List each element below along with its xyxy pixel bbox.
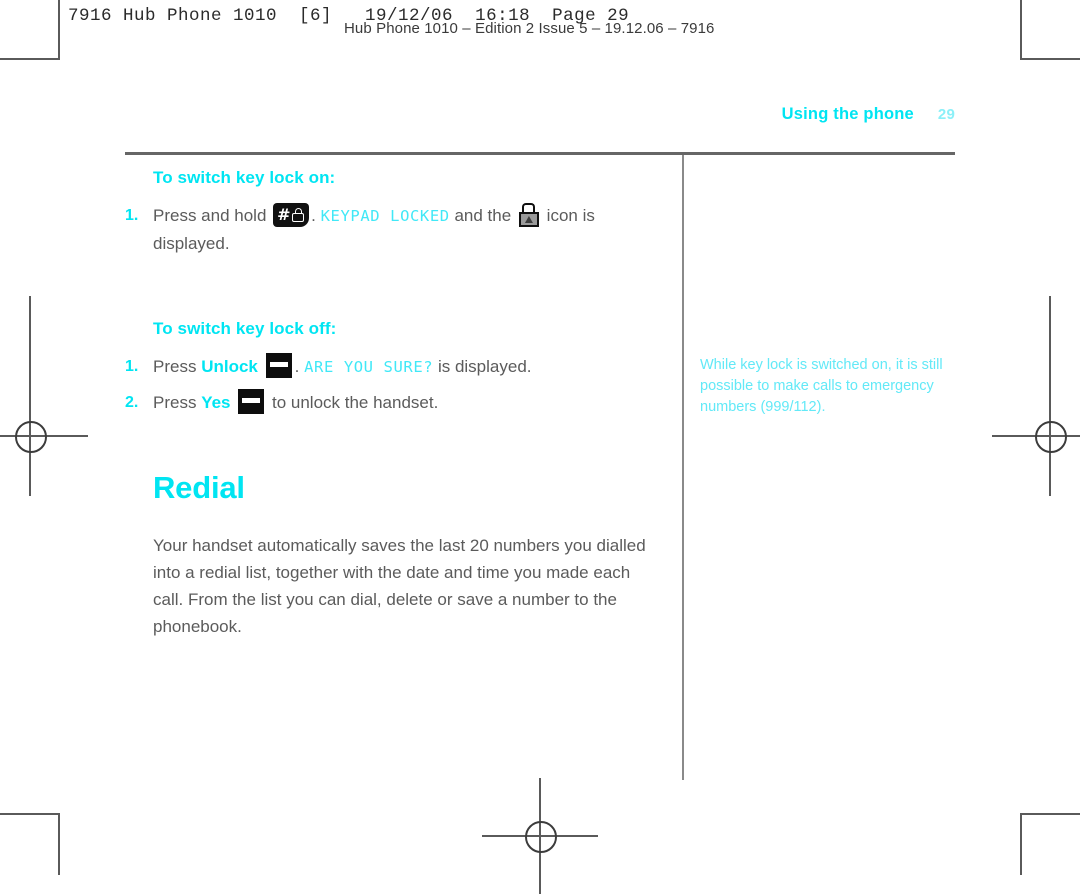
list-item: 2. Press Yes to unlock the handset. [125, 389, 665, 416]
lock-body [292, 213, 305, 222]
running-head: Using the phone 29 [0, 105, 955, 124]
lcd-readout-keypad-locked: KEYPAD LOCKED [320, 207, 450, 225]
list-item: 1. Press Unlock . ARE YOU SURE? is displa… [125, 353, 665, 381]
lock-glyph [292, 208, 305, 222]
step-punctuation: . [294, 357, 300, 376]
steps-key-lock-on: 1. Press and hold # . KEYPAD LOCKED and t… [125, 202, 665, 257]
registration-mark-right [992, 378, 1080, 494]
list-item: 1. Press and hold # . KEYPAD LOCKED and t… [125, 202, 665, 257]
softkey-label-yes: Yes [201, 393, 231, 412]
registration-mark-left [0, 378, 88, 494]
padlock-icon [518, 203, 539, 227]
step-number: 1. [125, 358, 139, 375]
side-column: While key lock is switched on, it is sti… [700, 340, 962, 432]
crop-mark-top-left [0, 0, 60, 60]
column-divider [682, 155, 684, 780]
subheading-key-lock-off: To switch key lock off: [153, 319, 337, 338]
step-number: 2. [125, 394, 139, 411]
hash-glyph: # [277, 205, 291, 224]
header-rule [125, 152, 955, 155]
step-text-end: is displayed. [437, 357, 532, 376]
lcd-readout-are-you-sure: ARE YOU SURE? [304, 358, 434, 376]
step-text-middle: and the [454, 206, 512, 225]
page-title: Redial [153, 470, 245, 505]
crop-mark-bottom-left [0, 813, 60, 875]
step-text-before: Press [153, 393, 197, 412]
softkey-icon [265, 353, 292, 378]
page-number: 29 [937, 106, 955, 123]
document-footer-slug: Hub Phone 1010 – Edition 2 Issue 5 – 19.… [344, 20, 715, 37]
subheading-key-lock-on: To switch key lock on: [153, 168, 336, 187]
crop-mark-bottom-right [1020, 813, 1080, 875]
running-head-title: Using the phone [781, 105, 914, 123]
steps-key-lock-off: 1. Press Unlock . ARE YOU SURE? is displa… [125, 353, 665, 416]
registration-mark-bottom [482, 778, 598, 894]
section-body-text: Your handset automatically saves the las… [153, 536, 646, 636]
step-punctuation: . [311, 206, 316, 225]
main-column: To switch key lock on: 1. Press and hold … [125, 168, 665, 640]
step-text-end: to unlock the handset. [271, 393, 439, 412]
registration-circle [15, 421, 47, 453]
registration-circle [1035, 421, 1067, 453]
registration-circle [525, 821, 557, 853]
softkey-bar [269, 362, 288, 367]
softkey-icon [238, 389, 265, 414]
side-note-text: While key lock is switched on, it is sti… [700, 356, 943, 415]
crop-mark-top-right [1020, 0, 1080, 60]
step-number: 1. [125, 207, 139, 224]
step-text-before: Press [153, 357, 197, 376]
softkey-bar [242, 398, 261, 403]
step-text-before: Press and hold [153, 206, 267, 225]
softkey-label-unlock: Unlock [201, 357, 258, 376]
hash-lock-key-icon: # [273, 203, 310, 227]
